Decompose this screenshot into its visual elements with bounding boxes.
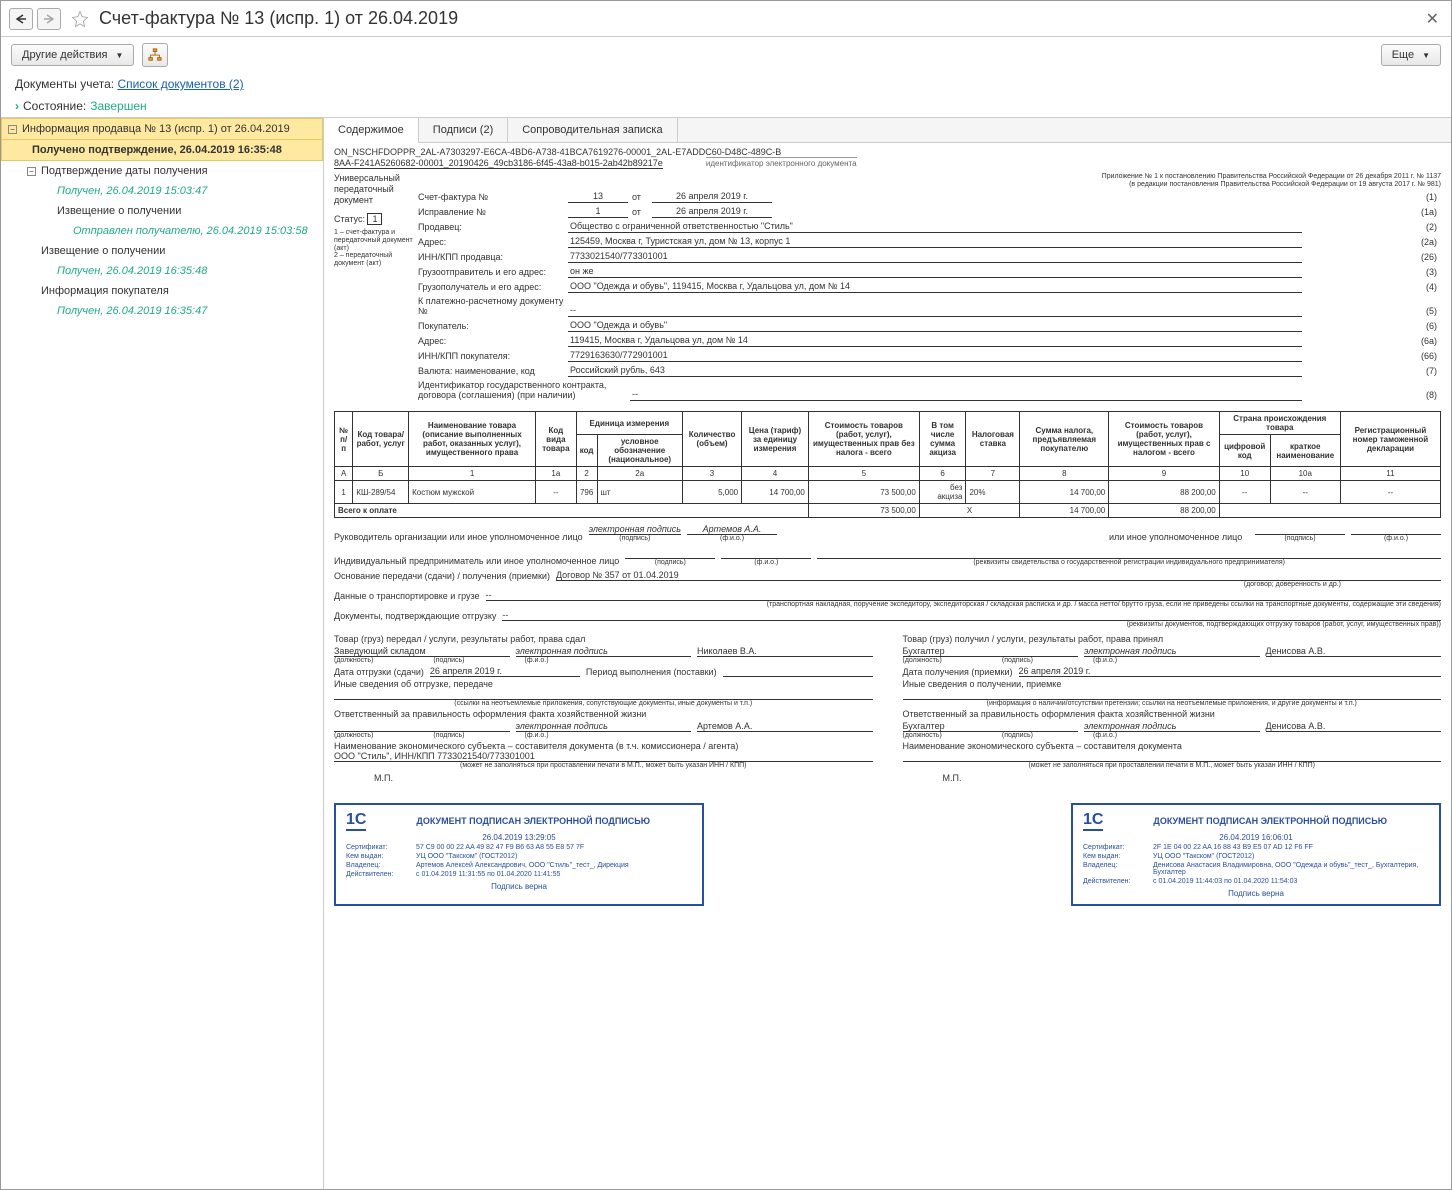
sidebar-item-sent: Отправлен получателю, 26.04.2019 15:03:5… xyxy=(1,221,323,241)
chevron-down-icon: ▼ xyxy=(1422,51,1430,60)
sidebar-item-confirmed: Получено подтверждение, 26.04.2019 16:35… xyxy=(1,140,323,161)
signature-ip: Индивидуальный предприниматель или иное … xyxy=(334,548,1441,566)
favorite-icon[interactable] xyxy=(71,10,89,28)
doc-id-2: 8AA-F241A5260682-00001_20190426_49cb3186… xyxy=(334,158,663,169)
collapse-icon[interactable]: − xyxy=(8,125,17,134)
forward-button[interactable] xyxy=(37,8,61,30)
right-transfer-column: Товар (груз) получил / услуги, результат… xyxy=(903,634,1442,783)
sidebar-item-received-2: Получен, 26.04.2019 16:35:48 xyxy=(1,261,323,281)
left-transfer-column: Товар (груз) передал / услуги, результат… xyxy=(334,634,873,783)
doc-id-1: ON_NSCHFDOPPR_2AL-A7303297-E6CA-4BD6-A73… xyxy=(334,147,1441,157)
tab-cover-note[interactable]: Сопроводительная записка xyxy=(508,118,677,142)
logo-1c-icon: 1С xyxy=(346,811,366,831)
signature-box-seller: 1СДОКУМЕНТ ПОДПИСАН ЭЛЕКТРОННОЙ ПОДПИСЬЮ… xyxy=(334,803,704,906)
signature-box-buyer: 1СДОКУМЕНТ ПОДПИСАН ЭЛЕКТРОННОЙ ПОДПИСЬЮ… xyxy=(1071,803,1441,906)
sidebar-item-confirm-date[interactable]: −Подтверждение даты получения xyxy=(1,161,323,181)
state-line[interactable]: › Состояние: Завершен xyxy=(1,95,1451,117)
upd-legend: Приложение № 1 к постановлению Правитель… xyxy=(414,173,1441,188)
upd-status: Статус: 1 xyxy=(334,213,414,225)
invoice-header: Счет-фактура №13от26 апреля 2019 г.(1) И… xyxy=(414,188,1441,403)
chevron-down-icon: ▼ xyxy=(115,51,123,60)
sidebar-item-notice-2[interactable]: Извещение о получении xyxy=(1,241,323,261)
upd-notes: 1 – счет-фактура и передаточный документ… xyxy=(334,229,414,267)
chevron-right-icon: › xyxy=(15,99,19,113)
window-title: Счет-фактура № 13 (испр. 1) от 26.04.201… xyxy=(99,8,458,29)
arrow-left-icon xyxy=(15,14,27,24)
table-total-row: Всего к оплате73 500,00 Х14 700,0088 200… xyxy=(335,504,1441,518)
hierarchy-icon xyxy=(148,48,162,62)
docs-line: Документы учета: Список документов (2) xyxy=(1,73,1451,95)
back-button[interactable] xyxy=(9,8,33,30)
signature-head: Руководитель организации или иное уполно… xyxy=(334,524,1441,542)
sidebar-item-received-3: Получен, 26.04.2019 16:35:47 xyxy=(1,301,323,321)
docs-list-link[interactable]: Список документов (2) xyxy=(117,77,243,91)
items-table: № п/пКод товара/ работ, услуг Наименован… xyxy=(334,411,1441,518)
collapse-icon[interactable]: − xyxy=(27,167,36,176)
sidebar-item-seller-info[interactable]: −Информация продавца № 13 (испр. 1) от 2… xyxy=(1,118,323,140)
tab-signatures[interactable]: Подписи (2) xyxy=(419,118,508,142)
other-actions-button[interactable]: Другие действия▼ xyxy=(11,44,134,66)
table-row: 1КШ-289/54Костюм мужской-- 796шт5,00014 … xyxy=(335,481,1441,504)
arrow-right-icon xyxy=(43,14,55,24)
upd-title: Универсальныйпередаточныйдокумент xyxy=(334,173,414,205)
close-button[interactable]: ✕ xyxy=(1422,9,1443,29)
doc-id-hint: идентификатор электронного документа xyxy=(706,157,857,168)
sidebar-item-notice-1[interactable]: Извещение о получении xyxy=(1,201,323,221)
logo-1c-icon: 1С xyxy=(1083,811,1103,831)
more-button[interactable]: Еще▼ xyxy=(1381,44,1441,66)
sidebar-item-received-1: Получен, 26.04.2019 15:03:47 xyxy=(1,181,323,201)
sidebar: −Информация продавца № 13 (испр. 1) от 2… xyxy=(1,117,323,1189)
tab-content[interactable]: Содержимое xyxy=(324,118,419,143)
hierarchy-button[interactable] xyxy=(142,43,168,67)
document-area: ON_NSCHFDOPPR_2AL-A7303297-E6CA-4BD6-A73… xyxy=(324,143,1451,1189)
sidebar-item-buyer-info[interactable]: Информация покупателя xyxy=(1,281,323,301)
transfer-basis: Основание передачи (сдачи) / получения (… xyxy=(334,570,1441,628)
